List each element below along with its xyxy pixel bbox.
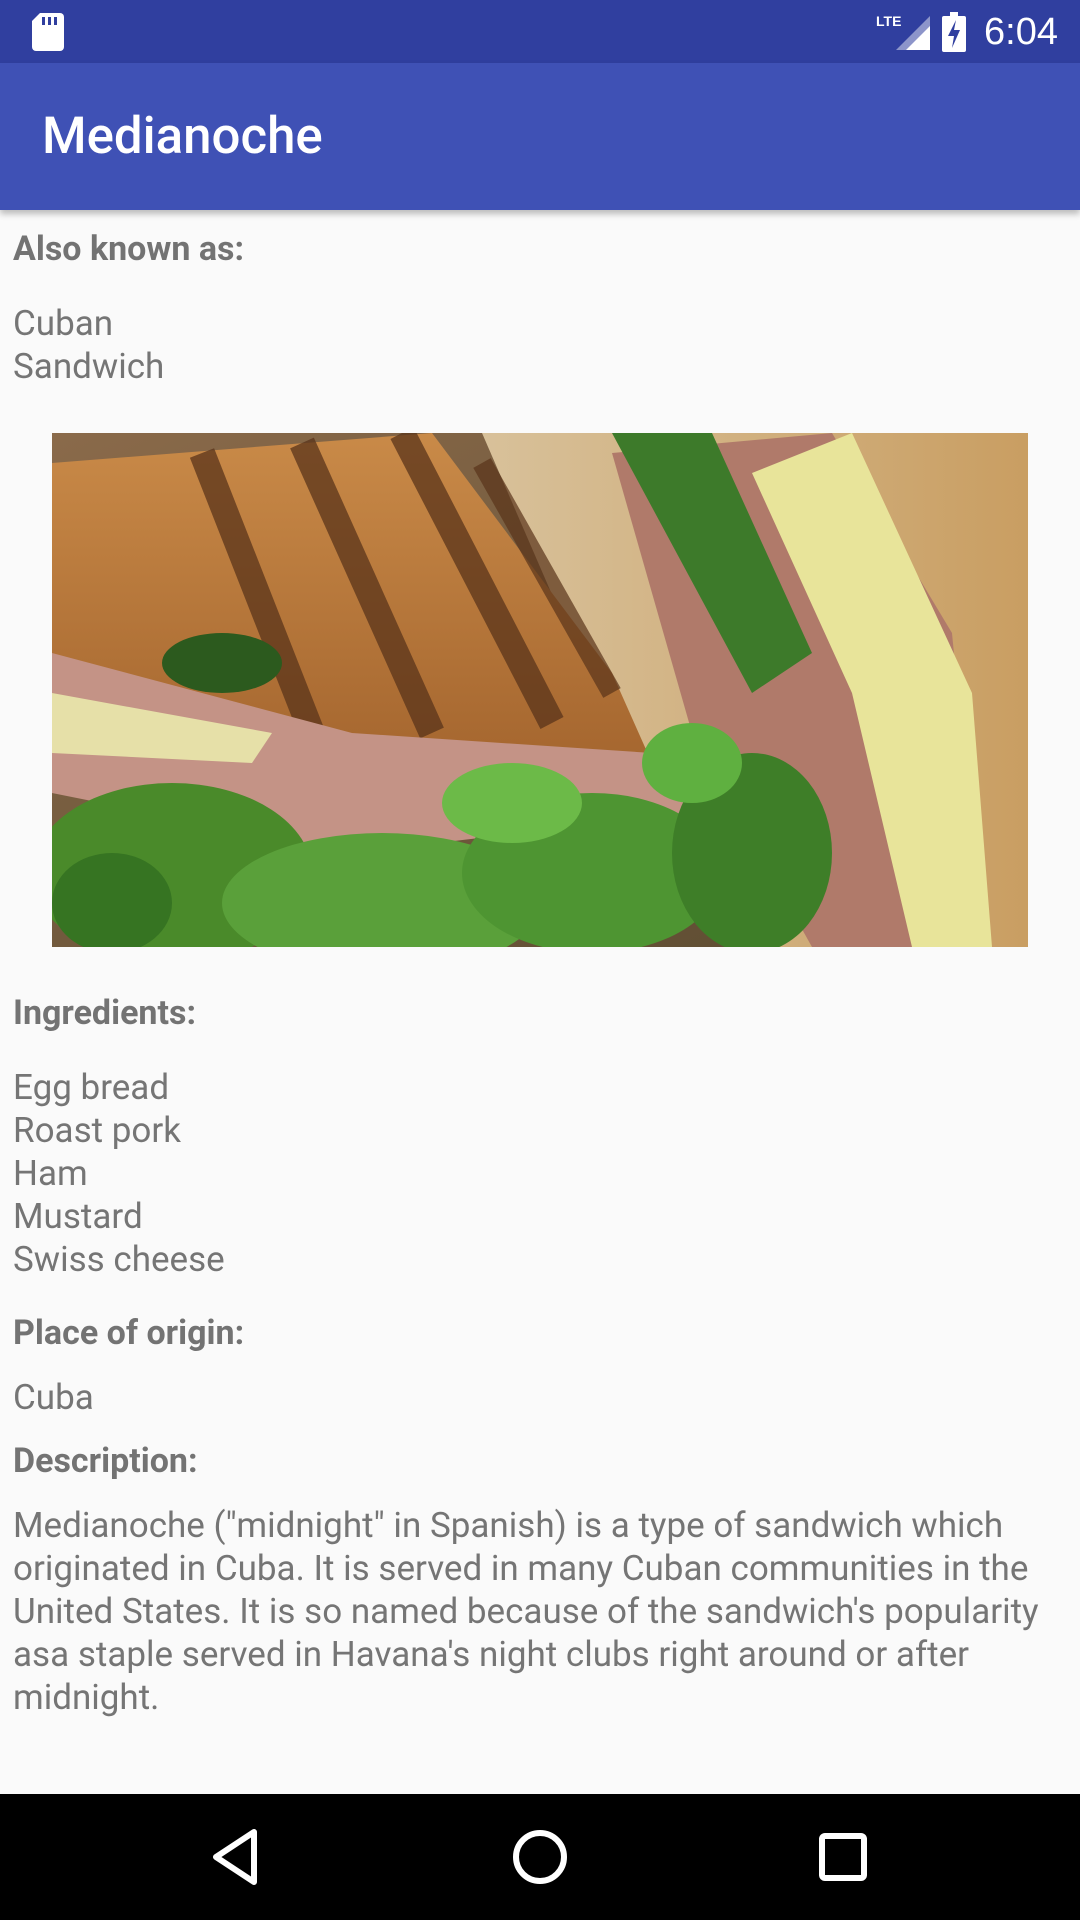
detail-content[interactable]: Also known as: Cuban Sandwich Ingredient… (0, 210, 1080, 1794)
recent-apps-icon[interactable] (810, 1824, 876, 1890)
lte-signal-icon: LTE (876, 13, 930, 50)
home-icon[interactable] (507, 1824, 573, 1890)
ingredient-item: Egg bread (13, 1067, 170, 1108)
description-text: Medianoche ("midnight" in Spanish) is a … (13, 1505, 1039, 1718)
sd-card-icon (32, 13, 64, 51)
also-known-as-list: Cuban Sandwich (13, 302, 164, 388)
sandwich-image (52, 433, 1028, 947)
also-known-as-item: Sandwich (13, 346, 165, 387)
status-clock: 6:04 (984, 11, 1058, 53)
system-nav-bar (0, 1794, 1080, 1920)
sandwich-photo-icon (52, 433, 1028, 947)
ingredient-item: Swiss cheese (13, 1239, 225, 1280)
battery-charging-icon (942, 12, 966, 52)
ingredients-label: Ingredients: (13, 993, 197, 1033)
back-icon[interactable] (204, 1824, 270, 1890)
ingredient-item: Ham (13, 1153, 88, 1194)
app-bar: Medianoche (0, 63, 1080, 210)
place-of-origin-label: Place of origin: (13, 1313, 245, 1353)
status-bar: LTE 6:04 (0, 0, 1080, 63)
ingredient-item: Mustard (13, 1196, 143, 1237)
ingredient-item: Roast pork (13, 1110, 181, 1151)
place-of-origin-value: Cuba (13, 1377, 94, 1418)
description-label: Description: (13, 1441, 198, 1481)
ingredients-list: Egg bread Roast pork Ham Mustard Swiss c… (13, 1066, 225, 1281)
screen: LTE 6:04 Medianoche Also known as: Cuban… (0, 0, 1080, 1920)
also-known-as-item: Cuban (13, 303, 114, 344)
page-title: Medianoche (42, 107, 323, 166)
lte-label: LTE (876, 13, 901, 29)
also-known-as-label: Also known as: (13, 229, 245, 269)
